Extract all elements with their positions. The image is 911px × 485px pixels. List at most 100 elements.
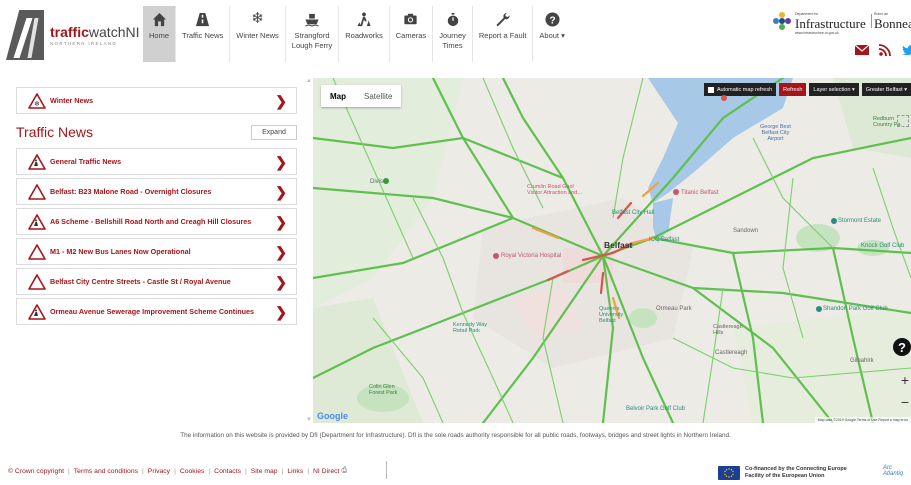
region-dropdown[interactable]: Greater Belfast ▾ — [861, 83, 911, 96]
help-icon[interactable]: ? — [893, 338, 911, 356]
footer-link-privacy[interactable]: Privacy — [148, 468, 170, 475]
google-logo: Google — [317, 411, 348, 421]
footer-link-copyright[interactable]: © Crown copyright — [8, 468, 64, 475]
rss-icon[interactable] — [878, 44, 892, 56]
map-marker-icon[interactable] — [673, 189, 679, 195]
checkbox-icon — [707, 86, 714, 93]
road-icon — [195, 11, 211, 27]
news-item[interactable]: A6 Scheme - Bellshill Road North and Cre… — [16, 208, 297, 235]
nav-cameras[interactable]: Cameras — [390, 6, 434, 62]
map-type-satellite-button[interactable]: Satellite — [355, 85, 401, 107]
map-label-airport: George Best Belfast City Airport — [760, 124, 791, 142]
section-title: Traffic News — [16, 124, 94, 140]
chevron-right-icon: ❯ — [275, 93, 287, 109]
footer-link-sitemap[interactable]: Site map — [251, 468, 278, 475]
map-type-toggle: Map Satellite — [321, 85, 402, 107]
map-label-belvoir: Belvoir Park Golf Club — [626, 406, 686, 412]
map-marker-icon[interactable] — [493, 253, 499, 259]
nav-home[interactable]: Home — [143, 6, 177, 62]
footer-link-cookies[interactable]: Cookies — [180, 468, 205, 475]
news-item[interactable]: M1 - M2 New Bus Lanes Now Operational ❯ — [16, 238, 297, 265]
news-item[interactable]: General Traffic News ❯ — [16, 148, 297, 175]
dept-infrastructure-logo[interactable]: Department for Infrastructure www.infras… — [773, 12, 911, 40]
traffic-map[interactable]: Map Satellite Automatic map refresh Refr… — [313, 78, 911, 423]
map-label-crumlin: Crumlin Road Gaol Visitor Attraction and… — [527, 184, 582, 196]
chevron-right-icon: ❯ — [275, 154, 287, 170]
main-nav: Home Traffic News ❄ Winter News Strangfo… — [143, 6, 571, 62]
layer-selection-dropdown[interactable]: Layer selection ▾ — [809, 83, 859, 96]
footer-link-links[interactable]: Links — [287, 468, 303, 475]
map-label-castlereagh: Castlereagh — [715, 350, 748, 356]
map-marker-icon[interactable] — [816, 306, 822, 312]
camera-icon — [403, 11, 419, 27]
map-label-titanic: Titanic Belfast — [681, 190, 719, 196]
winter-news-row[interactable]: ❄ Winter News ❯ — [16, 87, 297, 114]
news-item[interactable]: Belfast City Centre Streets - Castle St … — [16, 268, 297, 295]
chevron-right-icon: ❯ — [275, 184, 287, 200]
roadworks-icon — [356, 11, 372, 27]
email-icon[interactable] — [855, 44, 869, 56]
roadworks-warning-icon — [28, 153, 46, 170]
map-marker-icon[interactable] — [383, 178, 389, 184]
footer-link-contacts[interactable]: Contacts — [214, 468, 241, 475]
nav-strangford-ferry[interactable]: Strangford Lough Ferry — [286, 6, 340, 62]
panel-scrollbar[interactable]: ▲ ▼ — [305, 78, 313, 423]
scroll-up-icon[interactable]: ▲ — [306, 78, 312, 84]
footer-link-nidirect[interactable]: NI Direct — [313, 468, 339, 475]
map-label-colin: Colin Glen Forest Park — [369, 384, 398, 396]
map-label-redburn: Redburn Country Pa — [873, 116, 901, 128]
roadworks-warning-icon — [28, 303, 46, 320]
chevron-right-icon: ❯ — [275, 244, 287, 260]
roadworks-warning-icon — [28, 213, 46, 230]
map-type-map-button[interactable]: Map — [321, 85, 355, 107]
map-marker-icon[interactable] — [721, 95, 727, 101]
logo-tagline: NORTHERN IRELAND — [50, 41, 117, 46]
news-panel: ❄ Winter News ❯ Traffic News Expand Gene… — [16, 87, 297, 325]
stopwatch-icon — [445, 11, 461, 27]
scroll-down-icon[interactable]: ▼ — [306, 417, 312, 423]
zoom-in-button[interactable]: + — [899, 372, 911, 388]
news-item[interactable]: Belfast: B23 Malone Road - Overnight Clo… — [16, 178, 297, 205]
map-label-stormont: Stormont Estate — [838, 218, 882, 224]
map-label-shandon: Shandon Park Golf Club — [823, 306, 888, 312]
zoom-out-button[interactable]: − — [899, 394, 911, 410]
nav-roadworks[interactable]: Roadworks — [339, 6, 390, 62]
map-label-belfast: Belfast — [604, 240, 633, 250]
auto-refresh-toggle[interactable]: Automatic map refresh — [703, 83, 777, 96]
refresh-button[interactable]: Refresh — [779, 83, 807, 96]
map-label-icc: ICC Belfast — [649, 237, 680, 243]
disclaimer-text: The information on this website is provi… — [180, 432, 731, 439]
map-label-kennedy: Kennedy Way Retail Park — [453, 322, 488, 334]
map-label-castlereagh-hills: Castlereagh Hills — [713, 324, 743, 336]
eu-flag-icon — [718, 466, 740, 480]
chevron-right-icon: ❯ — [275, 274, 287, 290]
map-attribution[interactable]: Map data ©2019 Google Terms of Use Repor… — [814, 417, 911, 423]
nav-winter-news[interactable]: ❄ Winter News — [230, 6, 286, 62]
svg-text:?: ? — [549, 15, 555, 26]
header: trafficwatchNI NORTHERN IRELAND Home Tra… — [0, 0, 911, 75]
twitter-icon[interactable] — [901, 44, 911, 56]
trafficwatchni-logo[interactable]: trafficwatchNI NORTHERN IRELAND — [6, 10, 139, 60]
footer-link-terms[interactable]: Terms and conditions — [74, 468, 138, 475]
external-link-icon: ⎙ — [341, 467, 347, 474]
arc-atlantique-logo[interactable]: Arc Atlantiq — [883, 465, 903, 477]
social-links — [855, 44, 911, 56]
chevron-right-icon: ❯ — [275, 214, 287, 230]
warning-triangle-icon — [28, 183, 46, 200]
logo-road-icon — [6, 10, 44, 60]
warning-triangle-icon — [28, 243, 46, 260]
traffic-news-header: Traffic News Expand — [16, 122, 297, 142]
wrench-icon — [495, 11, 511, 27]
nav-traffic-news[interactable]: Traffic News — [176, 6, 231, 62]
expand-button[interactable]: Expand — [251, 124, 297, 140]
map-marker-icon[interactable] — [831, 218, 837, 224]
nav-report-fault[interactable]: Report a Fault — [473, 6, 534, 62]
nav-journey-times[interactable]: Journey Times — [433, 6, 473, 62]
home-icon — [151, 11, 167, 27]
news-item[interactable]: Ormeau Avenue Sewerage Improvement Schem… — [16, 298, 297, 325]
dfi-emblem-icon — [773, 12, 791, 30]
map-label-divis: Divis — [370, 179, 383, 185]
winter-warning-icon: ❄ — [28, 92, 46, 109]
map-label-gilnahirk: Gilnahirk — [850, 358, 874, 364]
nav-about[interactable]: ? About ▾ — [533, 6, 570, 62]
